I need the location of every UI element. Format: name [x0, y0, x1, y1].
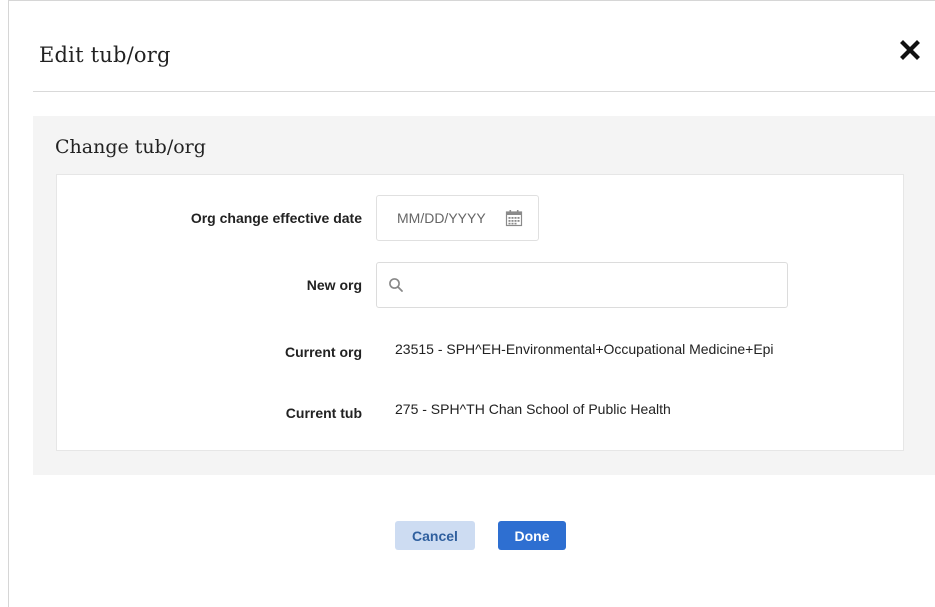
- cancel-button[interactable]: Cancel: [395, 521, 475, 550]
- edit-tub-org-dialog: Edit tub/org Change tub/org Org change e…: [8, 0, 935, 607]
- change-tub-org-section: Change tub/org Org change effective date…: [33, 116, 935, 475]
- current-tub-label: Current tub: [285, 405, 362, 421]
- current-org-value: 23515 - SPH^EH-Environmental+Occupationa…: [395, 341, 774, 357]
- form-card: Org change effective date MM/DD/YYYY New…: [56, 174, 904, 451]
- new-org-input[interactable]: [413, 263, 787, 309]
- current-tub-value: 275 - SPH^TH Chan School of Public Healt…: [395, 401, 671, 417]
- effective-date-input[interactable]: MM/DD/YYYY: [376, 195, 539, 241]
- search-icon: [388, 277, 404, 293]
- close-icon[interactable]: [899, 39, 921, 61]
- dialog-title: Edit tub/org: [39, 43, 171, 67]
- effective-date-label: Org change effective date: [190, 210, 362, 226]
- section-title: Change tub/org: [55, 136, 206, 158]
- current-org-label: Current org: [285, 344, 362, 360]
- date-placeholder: MM/DD/YYYY: [397, 210, 486, 226]
- new-org-search[interactable]: [376, 262, 788, 309]
- calendar-icon[interactable]: [505, 209, 523, 227]
- new-org-label: New org: [306, 277, 362, 293]
- done-button[interactable]: Done: [498, 521, 566, 550]
- dialog-header: Edit tub/org: [33, 1, 935, 92]
